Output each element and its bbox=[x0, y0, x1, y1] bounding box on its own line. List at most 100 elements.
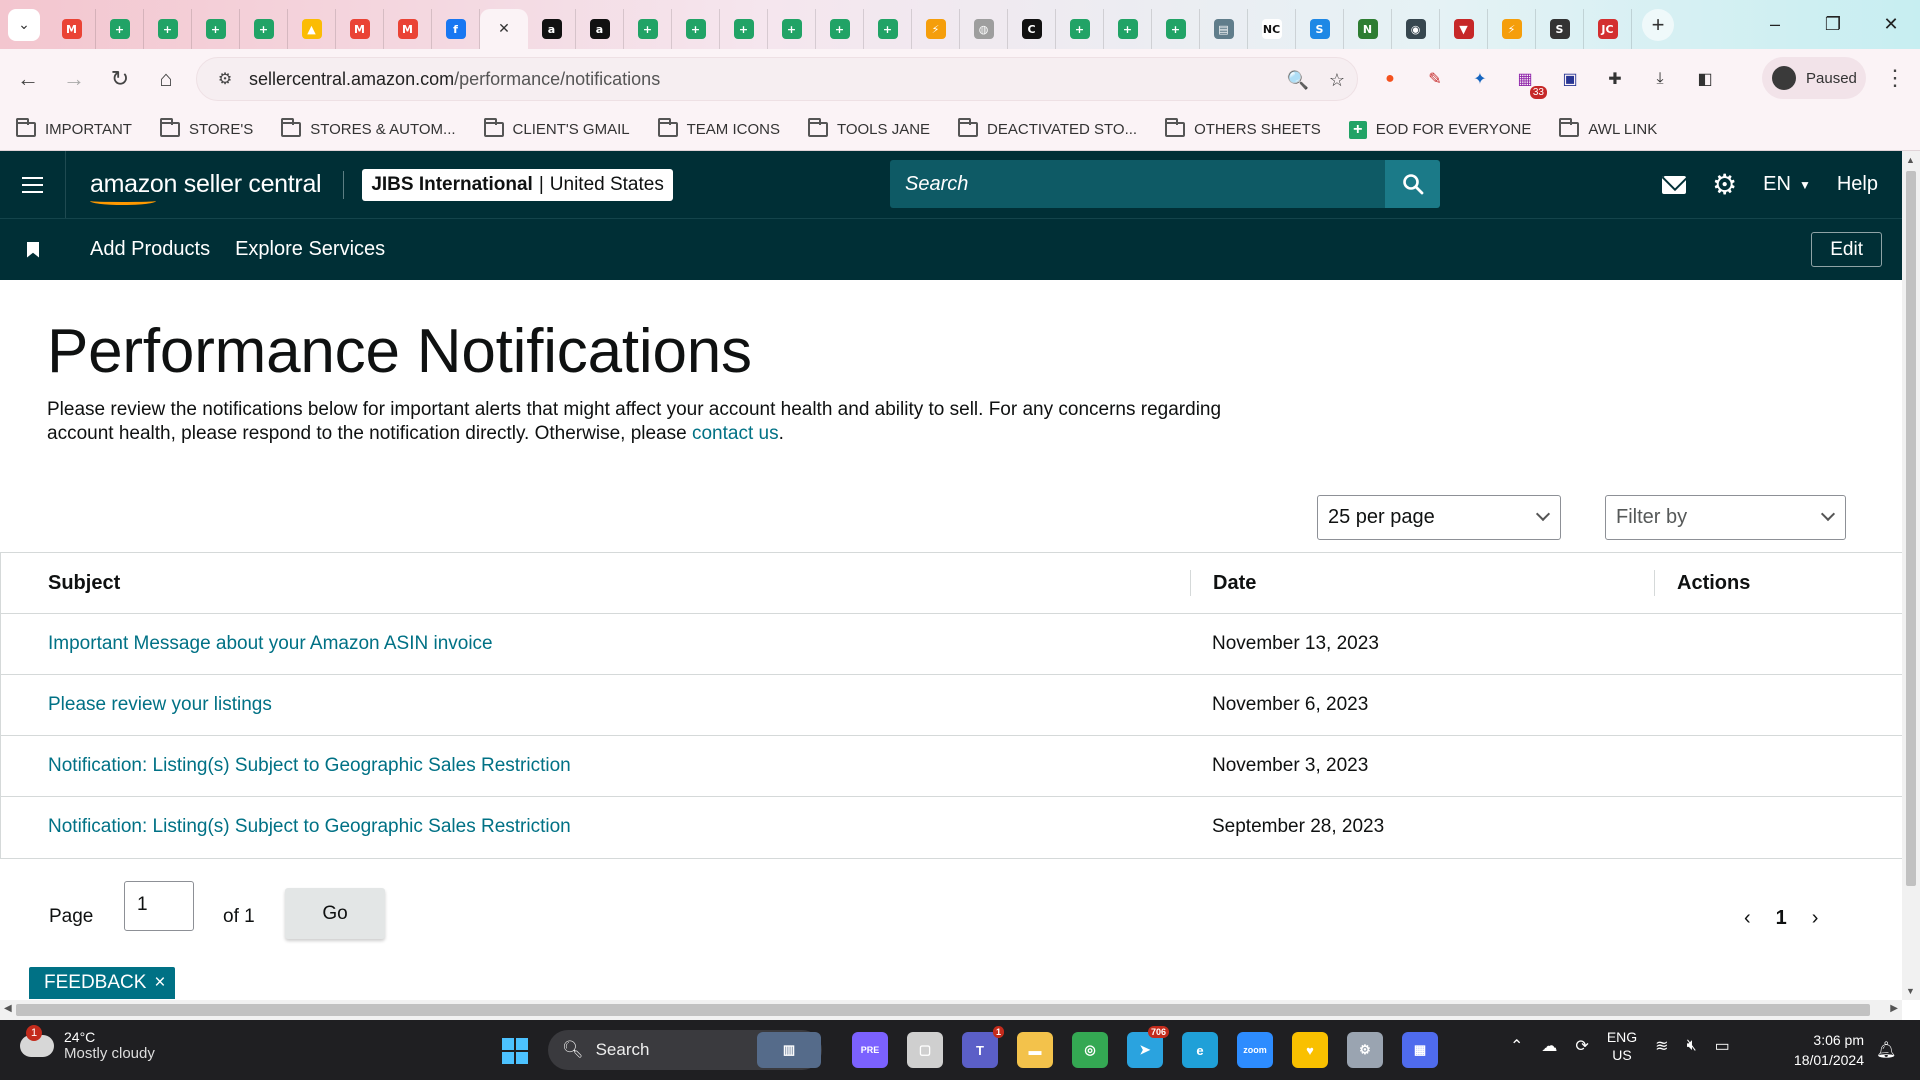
browser-tab[interactable]: S bbox=[1296, 9, 1344, 49]
browser-tab[interactable]: N bbox=[1344, 9, 1392, 49]
browser-tab[interactable]: NC bbox=[1248, 9, 1296, 49]
browser-tab[interactable]: + bbox=[720, 9, 768, 49]
scroll-left-icon[interactable]: ◀ bbox=[4, 1003, 12, 1014]
bookmark-icon[interactable] bbox=[27, 241, 39, 258]
vertical-scrollbar[interactable]: ▲ ▼ bbox=[1902, 151, 1920, 1000]
notification-subject-link[interactable]: Notification: Listing(s) Subject to Geog… bbox=[48, 755, 571, 777]
zoom-icon[interactable]: 🔍 bbox=[1286, 70, 1308, 91]
current-page[interactable]: 1 bbox=[1776, 907, 1787, 930]
new-tab-button[interactable]: + bbox=[1642, 8, 1674, 41]
close-window-button[interactable]: ✕ bbox=[1862, 0, 1920, 49]
search-button[interactable] bbox=[1385, 160, 1440, 208]
extension-signature-icon[interactable]: ✎ bbox=[1419, 63, 1451, 95]
browser-tab[interactable]: + bbox=[768, 9, 816, 49]
scroll-down-icon[interactable]: ▼ bbox=[1906, 986, 1915, 996]
browser-tab[interactable]: ▲ bbox=[288, 9, 336, 49]
teams-icon[interactable]: T1 bbox=[962, 1026, 1004, 1068]
search-input[interactable]: Search bbox=[890, 160, 1385, 208]
browser-tab[interactable]: + bbox=[192, 9, 240, 49]
chrome-icon[interactable]: ◎ bbox=[1072, 1032, 1108, 1068]
file-explorer-icon[interactable]: ▬ bbox=[1017, 1032, 1053, 1068]
bookmark-item[interactable]: IMPORTANT bbox=[16, 118, 132, 138]
horizontal-scrollbar[interactable]: ◀ ▶ bbox=[0, 1000, 1902, 1020]
volume-muted-icon[interactable]: 🔇︎ bbox=[1687, 1037, 1697, 1055]
bookmark-item[interactable]: STORE'S bbox=[159, 118, 253, 138]
per-page-select[interactable]: 25 per page bbox=[1317, 495, 1561, 540]
battery-icon[interactable]: ▭ bbox=[1715, 1036, 1730, 1056]
page-number-input[interactable]: 1 bbox=[124, 881, 194, 931]
onedrive-icon[interactable]: ☁ bbox=[1541, 1036, 1557, 1056]
active-tab[interactable]: ✕ bbox=[480, 9, 528, 49]
browser-tab[interactable]: + bbox=[1152, 9, 1200, 49]
bookmark-star-icon[interactable]: ☆ bbox=[1329, 70, 1345, 91]
browser-tab[interactable]: f bbox=[432, 9, 480, 49]
windows-start-icon[interactable] bbox=[502, 1038, 528, 1064]
profile-button[interactable]: Paused bbox=[1762, 57, 1866, 99]
close-icon[interactable]: ✕ bbox=[494, 19, 514, 39]
help-link[interactable]: Help bbox=[1837, 173, 1878, 196]
browser-tab[interactable]: ⚡ bbox=[912, 9, 960, 49]
nav-explore-services[interactable]: Explore Services bbox=[235, 238, 385, 261]
browser-tab[interactable]: JC bbox=[1584, 9, 1632, 49]
browser-tab[interactable]: + bbox=[816, 9, 864, 49]
edit-nav-button[interactable]: Edit bbox=[1811, 232, 1882, 267]
city-widget-icon[interactable]: ▥ bbox=[757, 1032, 821, 1068]
notification-bell-icon[interactable]: 🔔︎ bbox=[1876, 1040, 1896, 1060]
browser-tab[interactable]: C bbox=[1008, 9, 1056, 49]
browser-tab[interactable]: M bbox=[336, 9, 384, 49]
previous-page-icon[interactable]: ‹ bbox=[1744, 907, 1751, 930]
mail-icon[interactable] bbox=[1662, 175, 1687, 194]
edge-icon[interactable]: e bbox=[1182, 1032, 1218, 1068]
nav-add-products[interactable]: Add Products bbox=[90, 238, 210, 261]
bookmark-item[interactable]: CLIENT'S GMAIL bbox=[483, 118, 630, 138]
scroll-right-icon[interactable]: ▶ bbox=[1890, 1003, 1898, 1014]
sync-icon[interactable]: ⟳ bbox=[1575, 1036, 1588, 1056]
notification-subject-link[interactable]: Please review your listings bbox=[48, 694, 272, 716]
browser-tab[interactable]: S bbox=[1536, 9, 1584, 49]
restore-button[interactable]: ❐ bbox=[1804, 0, 1862, 49]
zoom-icon[interactable]: zoom bbox=[1237, 1032, 1273, 1068]
bookmark-item[interactable]: DEACTIVATED STO... bbox=[958, 118, 1137, 138]
browser-tab[interactable]: a bbox=[576, 9, 624, 49]
seller-central-logo[interactable]: amazon seller central bbox=[90, 170, 322, 205]
task-view-icon[interactable]: ▢ bbox=[907, 1032, 943, 1068]
browser-tab[interactable]: + bbox=[672, 9, 720, 49]
browser-tab[interactable]: + bbox=[240, 9, 288, 49]
browser-tab[interactable]: ◍ bbox=[960, 9, 1008, 49]
download-icon[interactable]: ⤓ bbox=[1644, 63, 1676, 95]
bookmark-item[interactable]: AWL LINK bbox=[1559, 118, 1657, 138]
side-panel-icon[interactable]: ◧ bbox=[1689, 63, 1721, 95]
filter-select[interactable]: Filter by bbox=[1605, 495, 1846, 540]
browser-tab[interactable]: a bbox=[528, 9, 576, 49]
calculator-icon[interactable]: ▦ bbox=[1402, 1032, 1438, 1068]
home-button[interactable]: ⌂ bbox=[146, 59, 186, 99]
close-icon[interactable]: × bbox=[154, 972, 165, 994]
telegram-icon[interactable]: ➤ 706 bbox=[1127, 1026, 1169, 1068]
tab-search-button[interactable]: ⌄ bbox=[8, 8, 40, 41]
scroll-up-icon[interactable]: ▲ bbox=[1906, 155, 1915, 165]
extension-calendar-icon[interactable]: ▦ 33 bbox=[1509, 63, 1547, 99]
bookmark-item[interactable]: STORES & AUTOM... bbox=[281, 118, 456, 138]
contact-us-link[interactable]: contact us bbox=[692, 423, 779, 444]
extensions-puzzle-icon[interactable]: ✚ bbox=[1599, 63, 1631, 95]
browser-tab[interactable]: M bbox=[384, 9, 432, 49]
weather-widget[interactable]: 1 24°C Mostly cloudy bbox=[20, 1024, 155, 1062]
minimize-button[interactable]: – bbox=[1746, 0, 1804, 49]
bookmark-item[interactable]: + EOD FOR EVERYONE bbox=[1348, 120, 1531, 139]
settings-icon[interactable]: ⚙ bbox=[1347, 1032, 1383, 1068]
bookmark-item[interactable]: TOOLS JANE bbox=[807, 118, 930, 138]
browser-tab[interactable]: + bbox=[864, 9, 912, 49]
browser-tab[interactable]: ▼ bbox=[1440, 9, 1488, 49]
site-settings-icon[interactable]: ⚙ bbox=[207, 69, 243, 89]
address-bar[interactable]: ⚙ sellercentral.amazon.com/performance/n… bbox=[196, 57, 1358, 101]
hamburger-menu-icon[interactable] bbox=[0, 151, 66, 218]
browser-tab[interactable]: ⚡ bbox=[1488, 9, 1536, 49]
go-button[interactable]: Go bbox=[285, 888, 385, 939]
browser-tab[interactable]: + bbox=[624, 9, 672, 49]
notification-subject-link[interactable]: Important Message about your Amazon ASIN… bbox=[48, 633, 493, 655]
bookmark-item[interactable]: TEAM ICONS bbox=[657, 118, 780, 138]
wifi-icon[interactable]: ≋ bbox=[1655, 1036, 1668, 1056]
vpn-icon[interactable]: ♥ bbox=[1292, 1032, 1328, 1068]
next-page-icon[interactable]: › bbox=[1812, 907, 1819, 930]
language-selector[interactable]: EN ▼ bbox=[1763, 173, 1811, 196]
